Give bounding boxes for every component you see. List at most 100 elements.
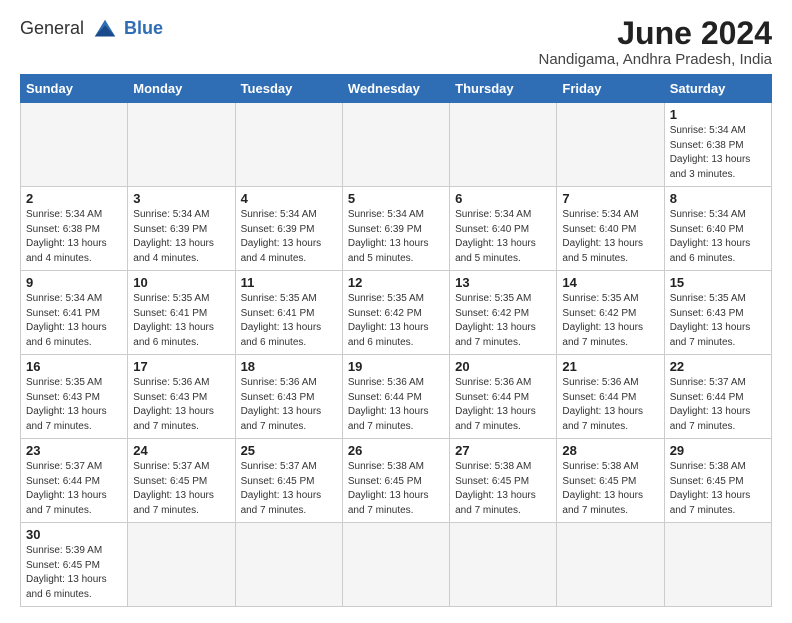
- day-number: 20: [455, 359, 551, 374]
- calendar-week-row: 9 Sunrise: 5:34 AMSunset: 6:41 PMDaylight…: [21, 271, 772, 355]
- calendar-cell: 4Sunrise: 5:34 AMSunset: 6:39 PMDaylight…: [235, 187, 342, 271]
- calendar-cell: 21Sunrise: 5:36 AMSunset: 6:44 PMDayligh…: [557, 355, 664, 439]
- day-info: Sunrise: 5:37 AMSunset: 6:44 PMDaylight:…: [26, 460, 122, 518]
- calendar-cell: 10 Sunrise: 5:35 AMSunset: 6:41 PMDayligh…: [128, 271, 235, 355]
- calendar-subtitle: Nandigama, Andhra Pradesh, India: [539, 51, 773, 68]
- calendar-cell: 5Sunrise: 5:34 AMSunset: 6:39 PMDaylight…: [342, 187, 449, 271]
- calendar-header: General Blue June 2024 Nandigama, Andhra…: [20, 16, 772, 68]
- day-number: 8: [670, 191, 766, 206]
- logo: General Blue: [20, 16, 163, 44]
- day-info: Sunrise: 5:35 AMSunset: 6:42 PMDaylight:…: [348, 292, 444, 350]
- day-info: Sunrise: 5:34 AMSunset: 6:38 PMDaylight:…: [670, 124, 766, 182]
- calendar-cell: 23 Sunrise: 5:37 AMSunset: 6:44 PMDayligh…: [21, 439, 128, 523]
- calendar-cell: 13 Sunrise: 5:35 AMSunset: 6:42 PMDayligh…: [450, 271, 557, 355]
- day-info: Sunrise: 5:36 AMSunset: 6:43 PMDaylight:…: [241, 376, 337, 434]
- day-info: Sunrise: 5:35 AMSunset: 6:41 PMDaylight:…: [241, 292, 337, 350]
- calendar-title: June 2024: [539, 16, 773, 51]
- calendar-cell: [557, 523, 664, 607]
- calendar-cell: [342, 103, 449, 187]
- day-info: Sunrise: 5:35 AMSunset: 6:43 PMDaylight:…: [26, 376, 122, 434]
- day-info: Sunrise: 5:36 AMSunset: 6:44 PMDaylight:…: [455, 376, 551, 434]
- day-info: Sunrise: 5:36 AMSunset: 6:43 PMDaylight:…: [133, 376, 229, 434]
- calendar-cell: 16 Sunrise: 5:35 AMSunset: 6:43 PMDayligh…: [21, 355, 128, 439]
- calendar-cell: [235, 523, 342, 607]
- calendar-cell: 26 Sunrise: 5:38 AMSunset: 6:45 PMDayligh…: [342, 439, 449, 523]
- day-info: Sunrise: 5:36 AMSunset: 6:44 PMDaylight:…: [348, 376, 444, 434]
- calendar-cell: 7Sunrise: 5:34 AMSunset: 6:40 PMDaylight…: [557, 187, 664, 271]
- calendar-cell: 28 Sunrise: 5:38 AMSunset: 6:45 PMDayligh…: [557, 439, 664, 523]
- calendar-cell: 24Sunrise: 5:37 AMSunset: 6:45 PMDayligh…: [128, 439, 235, 523]
- calendar-cell: [21, 103, 128, 187]
- day-number: 12: [348, 275, 444, 290]
- calendar-cell: 19 Sunrise: 5:36 AMSunset: 6:44 PMDayligh…: [342, 355, 449, 439]
- day-number: 18: [241, 359, 337, 374]
- day-of-week-header: Friday: [557, 75, 664, 103]
- calendar-cell: [235, 103, 342, 187]
- day-number: 16: [26, 359, 122, 374]
- day-number: 10: [133, 275, 229, 290]
- day-info: Sunrise: 5:34 AMSunset: 6:39 PMDaylight:…: [133, 208, 229, 266]
- day-number: 19: [348, 359, 444, 374]
- day-number: 5: [348, 191, 444, 206]
- calendar-cell: 12 Sunrise: 5:35 AMSunset: 6:42 PMDayligh…: [342, 271, 449, 355]
- day-info: Sunrise: 5:36 AMSunset: 6:44 PMDaylight:…: [562, 376, 658, 434]
- day-info: Sunrise: 5:39 AMSunset: 6:45 PMDaylight:…: [26, 544, 122, 602]
- calendar-cell: 8 Sunrise: 5:34 AMSunset: 6:40 PMDaylight…: [664, 187, 771, 271]
- day-number: 23: [26, 443, 122, 458]
- calendar-table: SundayMondayTuesdayWednesdayThursdayFrid…: [20, 74, 772, 607]
- day-info: Sunrise: 5:34 AMSunset: 6:41 PMDaylight:…: [26, 292, 122, 350]
- day-number: 27: [455, 443, 551, 458]
- calendar-week-row: 1 Sunrise: 5:34 AMSunset: 6:38 PMDaylight…: [21, 103, 772, 187]
- day-number: 30: [26, 527, 122, 542]
- day-info: Sunrise: 5:37 AMSunset: 6:45 PMDaylight:…: [241, 460, 337, 518]
- day-number: 26: [348, 443, 444, 458]
- calendar-cell: 9 Sunrise: 5:34 AMSunset: 6:41 PMDaylight…: [21, 271, 128, 355]
- calendar-cell: [128, 523, 235, 607]
- calendar-cell: [450, 103, 557, 187]
- day-number: 14: [562, 275, 658, 290]
- day-info: Sunrise: 5:35 AMSunset: 6:41 PMDaylight:…: [133, 292, 229, 350]
- day-info: Sunrise: 5:34 AMSunset: 6:39 PMDaylight:…: [241, 208, 337, 266]
- calendar-cell: 3 Sunrise: 5:34 AMSunset: 6:39 PMDaylight…: [128, 187, 235, 271]
- day-number: 29: [670, 443, 766, 458]
- title-area: June 2024 Nandigama, Andhra Pradesh, Ind…: [539, 16, 773, 68]
- calendar-cell: 20 Sunrise: 5:36 AMSunset: 6:44 PMDayligh…: [450, 355, 557, 439]
- day-info: Sunrise: 5:34 AMSunset: 6:40 PMDaylight:…: [670, 208, 766, 266]
- day-info: Sunrise: 5:37 AMSunset: 6:45 PMDaylight:…: [133, 460, 229, 518]
- calendar-cell: 29 Sunrise: 5:38 AMSunset: 6:45 PMDayligh…: [664, 439, 771, 523]
- day-number: 13: [455, 275, 551, 290]
- calendar-cell: 22Sunrise: 5:37 AMSunset: 6:44 PMDayligh…: [664, 355, 771, 439]
- calendar-cell: [342, 523, 449, 607]
- logo-text: General Blue: [20, 16, 163, 44]
- calendar-cell: 11 Sunrise: 5:35 AMSunset: 6:41 PMDayligh…: [235, 271, 342, 355]
- day-number: 3: [133, 191, 229, 206]
- day-number: 1: [670, 107, 766, 122]
- calendar-cell: 27Sunrise: 5:38 AMSunset: 6:45 PMDayligh…: [450, 439, 557, 523]
- calendar-cell: 6Sunrise: 5:34 AMSunset: 6:40 PMDaylight…: [450, 187, 557, 271]
- calendar-cell: [557, 103, 664, 187]
- day-info: Sunrise: 5:35 AMSunset: 6:42 PMDaylight:…: [562, 292, 658, 350]
- day-info: Sunrise: 5:38 AMSunset: 6:45 PMDaylight:…: [562, 460, 658, 518]
- calendar-header-row: SundayMondayTuesdayWednesdayThursdayFrid…: [21, 75, 772, 103]
- calendar-cell: 18 Sunrise: 5:36 AMSunset: 6:43 PMDayligh…: [235, 355, 342, 439]
- day-info: Sunrise: 5:34 AMSunset: 6:40 PMDaylight:…: [455, 208, 551, 266]
- calendar-cell: 1 Sunrise: 5:34 AMSunset: 6:38 PMDaylight…: [664, 103, 771, 187]
- day-number: 28: [562, 443, 658, 458]
- calendar-week-row: 16 Sunrise: 5:35 AMSunset: 6:43 PMDayligh…: [21, 355, 772, 439]
- calendar-week-row: 2Sunrise: 5:34 AMSunset: 6:38 PMDaylight…: [21, 187, 772, 271]
- day-of-week-header: Tuesday: [235, 75, 342, 103]
- calendar-cell: 14 Sunrise: 5:35 AMSunset: 6:42 PMDayligh…: [557, 271, 664, 355]
- day-info: Sunrise: 5:38 AMSunset: 6:45 PMDaylight:…: [348, 460, 444, 518]
- day-number: 2: [26, 191, 122, 206]
- day-number: 7: [562, 191, 658, 206]
- day-number: 9: [26, 275, 122, 290]
- day-of-week-header: Monday: [128, 75, 235, 103]
- day-info: Sunrise: 5:35 AMSunset: 6:42 PMDaylight:…: [455, 292, 551, 350]
- day-number: 15: [670, 275, 766, 290]
- calendar-cell: 15Sunrise: 5:35 AMSunset: 6:43 PMDayligh…: [664, 271, 771, 355]
- calendar-cell: [664, 523, 771, 607]
- day-info: Sunrise: 5:38 AMSunset: 6:45 PMDaylight:…: [670, 460, 766, 518]
- day-of-week-header: Saturday: [664, 75, 771, 103]
- day-number: 11: [241, 275, 337, 290]
- day-of-week-header: Wednesday: [342, 75, 449, 103]
